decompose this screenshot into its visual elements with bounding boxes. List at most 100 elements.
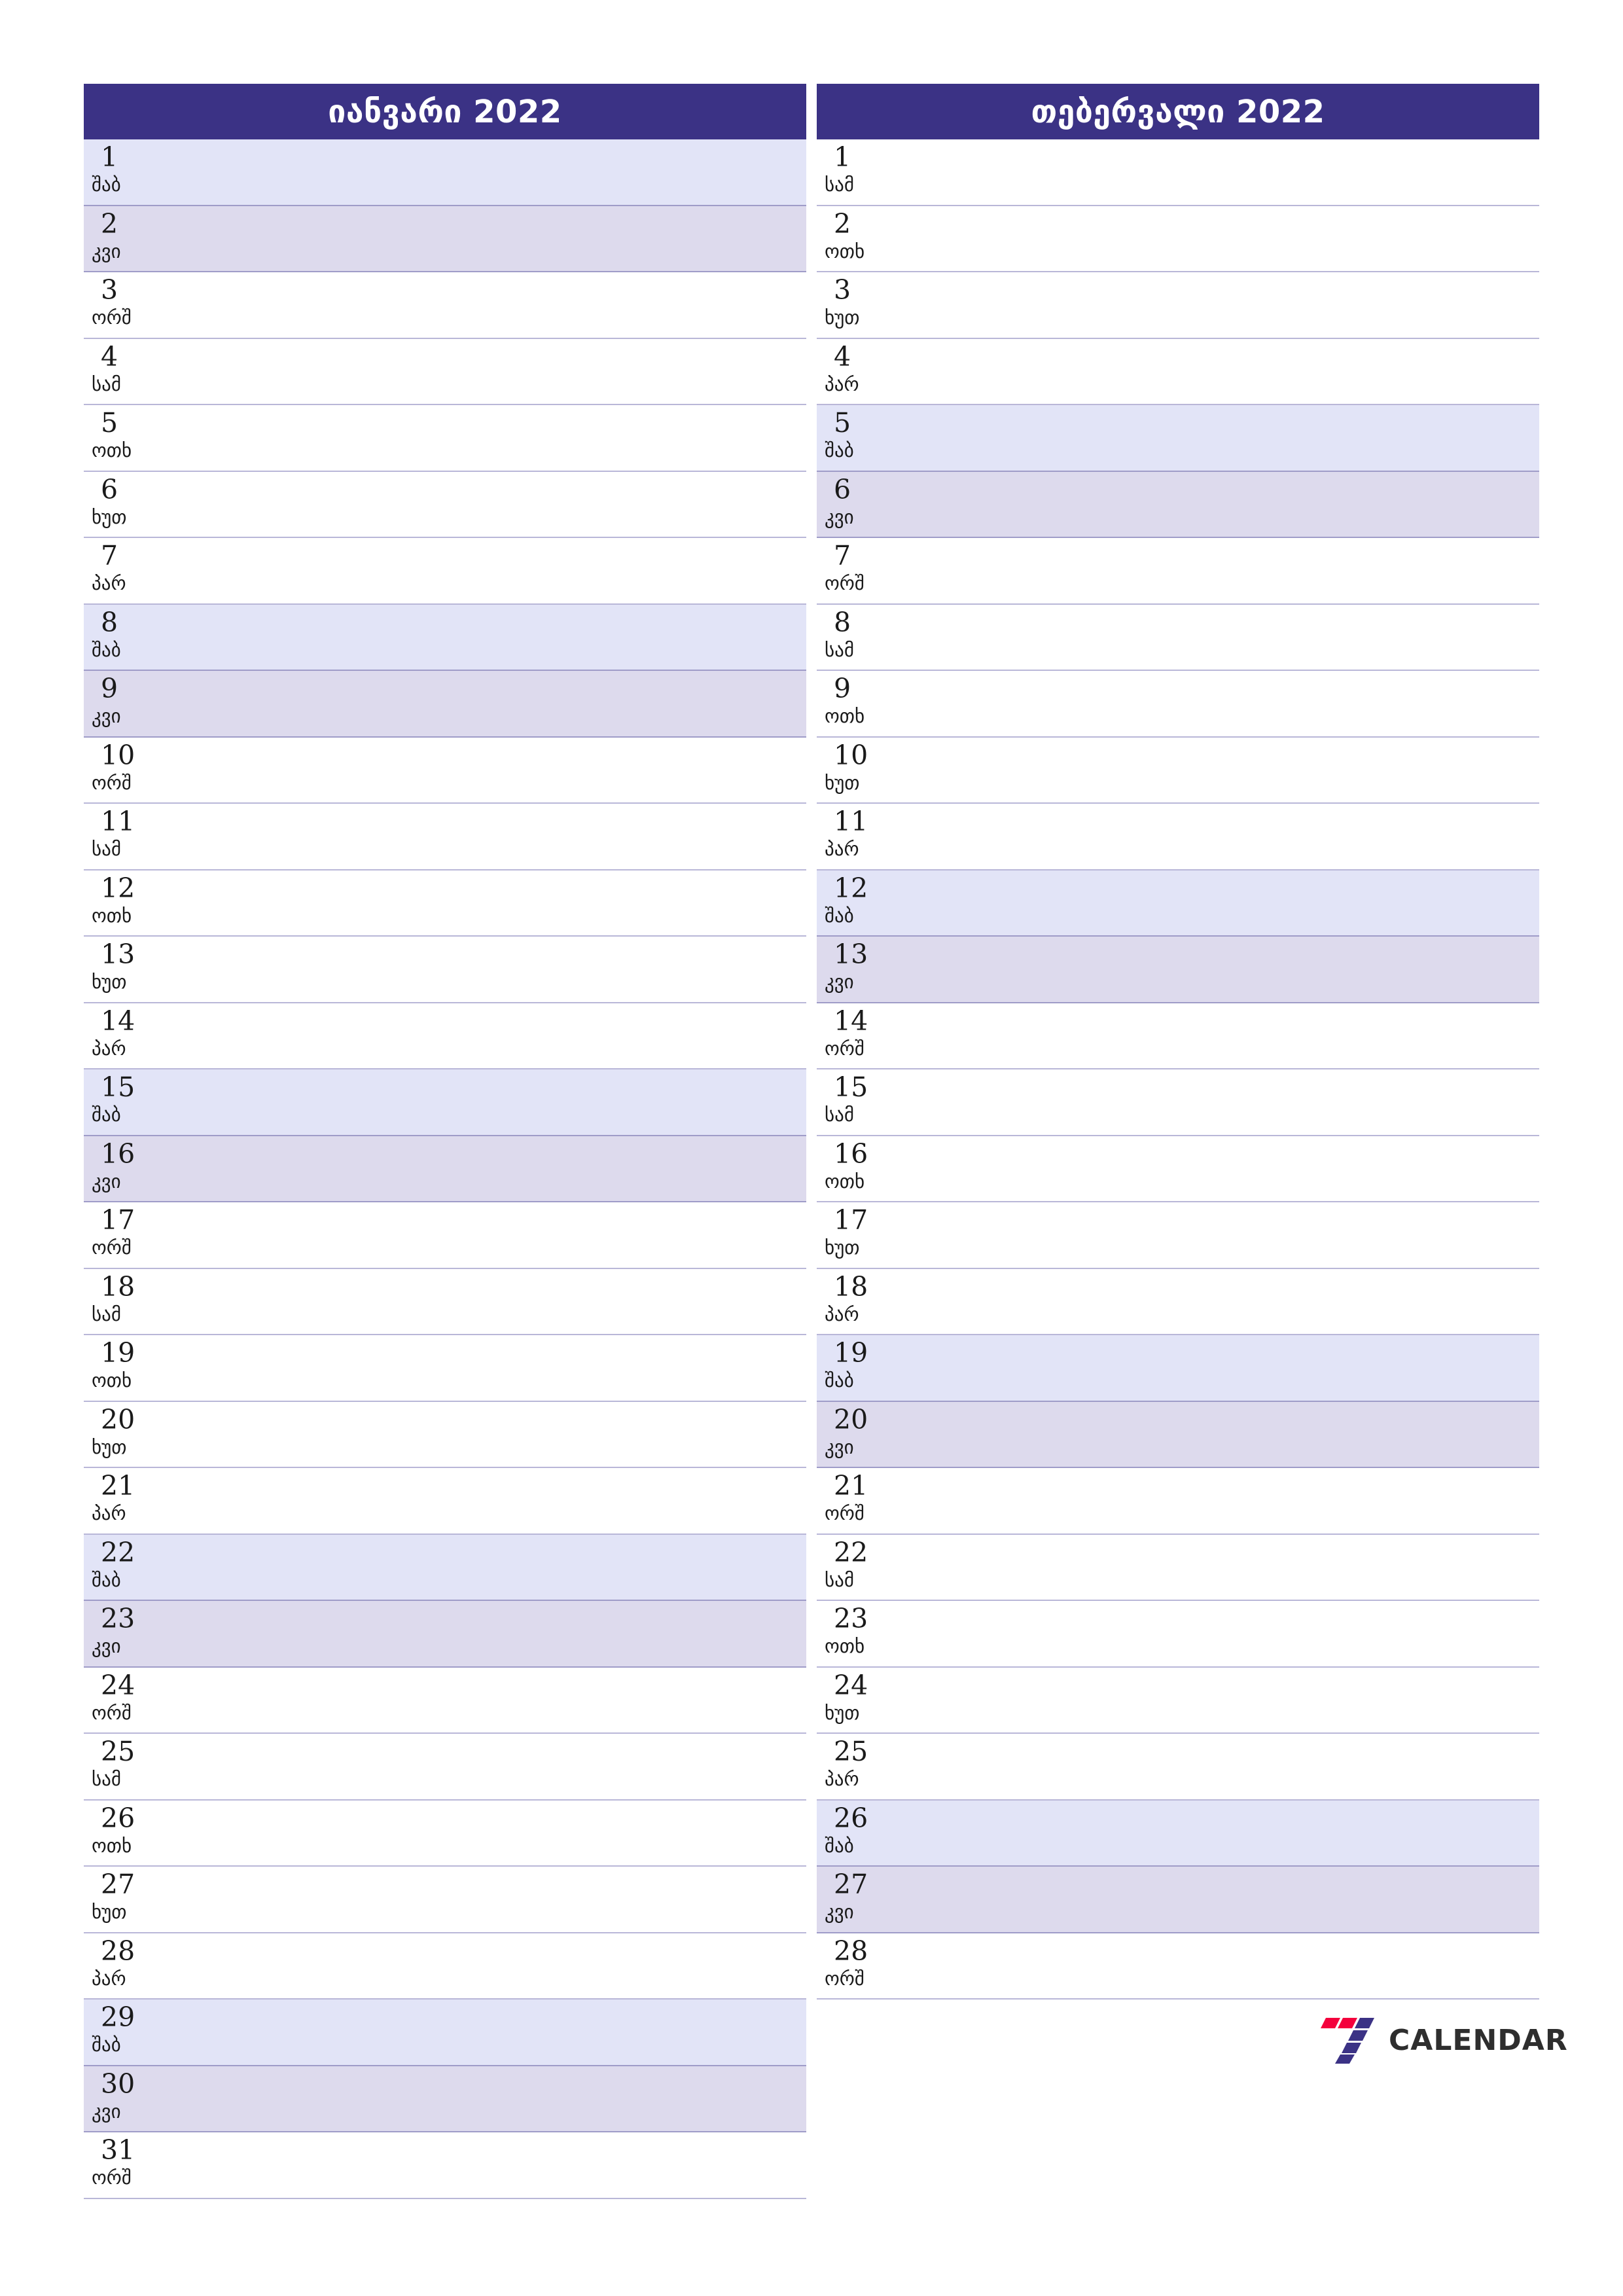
- day-row[interactable]: 20 კვი: [817, 1401, 1539, 1468]
- day-row[interactable]: 2 კვი: [84, 206, 806, 272]
- day-weekday-label: ოთხ: [825, 705, 865, 727]
- day-weekday-label: სამ: [825, 1103, 855, 1126]
- day-number: 7: [101, 540, 118, 571]
- day-weekday-label: ორშ: [825, 1037, 865, 1060]
- day-row[interactable]: 30 კვი: [84, 2066, 806, 2132]
- day-weekday-label: ორშ: [92, 2166, 132, 2189]
- day-row[interactable]: 14 ორშ: [817, 1003, 1539, 1069]
- day-row[interactable]: 12 შაბ: [817, 870, 1539, 937]
- day-number: 9: [834, 673, 851, 704]
- day-row[interactable]: 19 შაბ: [817, 1335, 1539, 1402]
- day-weekday-label: პარ: [92, 1502, 126, 1524]
- day-number: 27: [834, 1869, 868, 1900]
- day-number: 1: [101, 141, 118, 173]
- day-weekday-label: კვი: [825, 1435, 854, 1458]
- day-weekday-label: შაბ: [825, 439, 854, 461]
- day-row[interactable]: 23 ოთხ: [817, 1601, 1539, 1668]
- day-row[interactable]: 4 პარ: [817, 338, 1539, 405]
- day-row[interactable]: 3 ორშ: [84, 272, 806, 339]
- day-row[interactable]: 11 პარ: [817, 804, 1539, 870]
- day-row[interactable]: 24 ორშ: [84, 1667, 806, 1734]
- day-number: 1: [834, 141, 851, 173]
- day-row[interactable]: 24 ხუთ: [817, 1667, 1539, 1734]
- day-row[interactable]: 28 ორშ: [817, 1933, 1539, 2000]
- day-row[interactable]: 27 ხუთ: [84, 1867, 806, 1933]
- day-row[interactable]: 13 კვი: [817, 937, 1539, 1003]
- day-row[interactable]: 1 სამ: [817, 139, 1539, 206]
- day-row[interactable]: 7 ორშ: [817, 538, 1539, 605]
- day-weekday-label: ორშ: [92, 1701, 132, 1724]
- month-header-february: თებერვალი 2022: [817, 84, 1539, 139]
- day-row[interactable]: 29 შაბ: [84, 2000, 806, 2066]
- day-row[interactable]: 14 პარ: [84, 1003, 806, 1069]
- day-row[interactable]: 15 სამ: [817, 1069, 1539, 1136]
- day-row[interactable]: 25 პარ: [817, 1734, 1539, 1801]
- day-number: 18: [834, 1270, 868, 1302]
- day-number: 15: [834, 1071, 868, 1103]
- day-weekday-label: კვი: [92, 705, 121, 727]
- day-weekday-label: ხუთ: [92, 505, 127, 528]
- day-row[interactable]: 17 ორშ: [84, 1202, 806, 1269]
- day-row[interactable]: 16 კვი: [84, 1136, 806, 1202]
- day-row[interactable]: 10 ორშ: [84, 737, 806, 804]
- day-row[interactable]: 8 სამ: [817, 604, 1539, 671]
- day-number: 26: [834, 1802, 868, 1834]
- day-row[interactable]: 23 კვი: [84, 1601, 806, 1668]
- day-list-january: 1 შაბ 2 კვი 3 ორშ 4 სამ 5 ოთხ 6 ხუთ 7 პარ 8 შაბ 9 კვი 10 ორ…: [84, 139, 806, 2199]
- day-row[interactable]: 22 სამ: [817, 1534, 1539, 1601]
- day-row[interactable]: 3 ხუთ: [817, 272, 1539, 339]
- day-row[interactable]: 4 სამ: [84, 338, 806, 405]
- day-row[interactable]: 20 ხუთ: [84, 1401, 806, 1468]
- day-row[interactable]: 9 კვი: [84, 671, 806, 738]
- day-weekday-label: ხუთ: [92, 1901, 127, 1923]
- day-weekday-label: შაბ: [92, 638, 121, 661]
- day-number: 17: [834, 1204, 868, 1236]
- day-row[interactable]: 2 ოთხ: [817, 206, 1539, 272]
- day-number: 16: [101, 1138, 135, 1170]
- day-number: 16: [834, 1138, 868, 1170]
- day-weekday-label: ორშ: [825, 1967, 865, 1990]
- day-row[interactable]: 13 ხუთ: [84, 937, 806, 1003]
- day-row[interactable]: 26 შაბ: [817, 1800, 1539, 1867]
- day-row[interactable]: 11 სამ: [84, 804, 806, 870]
- day-weekday-label: სამ: [92, 838, 122, 860]
- day-row[interactable]: 25 სამ: [84, 1734, 806, 1801]
- day-row[interactable]: 28 პარ: [84, 1933, 806, 2000]
- day-number: 2: [101, 207, 118, 240]
- day-weekday-label: შაბ: [825, 1834, 854, 1857]
- day-row[interactable]: 6 ხუთ: [84, 471, 806, 538]
- day-row[interactable]: 21 პარ: [84, 1468, 806, 1535]
- day-number: 4: [834, 340, 851, 372]
- day-row[interactable]: 19 ოთხ: [84, 1335, 806, 1402]
- day-weekday-label: ორშ: [825, 1502, 865, 1524]
- day-row[interactable]: 9 ოთხ: [817, 671, 1539, 738]
- day-row[interactable]: 21 ორშ: [817, 1468, 1539, 1535]
- day-weekday-label: პარ: [825, 1302, 859, 1325]
- day-row[interactable]: 27 კვი: [817, 1867, 1539, 1933]
- day-row[interactable]: 18 სამ: [84, 1268, 806, 1335]
- day-number: 24: [834, 1669, 868, 1701]
- day-number: 25: [101, 1736, 135, 1767]
- day-weekday-label: ოთხ: [92, 904, 132, 927]
- day-weekday-label: ოთხ: [92, 1834, 132, 1857]
- day-row[interactable]: 16 ოთხ: [817, 1136, 1539, 1202]
- day-row[interactable]: 22 შაბ: [84, 1534, 806, 1601]
- day-row[interactable]: 12 ოთხ: [84, 870, 806, 937]
- day-row[interactable]: 10 ხუთ: [817, 737, 1539, 804]
- day-row[interactable]: 5 ოთხ: [84, 405, 806, 472]
- day-number: 8: [834, 606, 851, 638]
- day-row[interactable]: 31 ორშ: [84, 2132, 806, 2199]
- day-row[interactable]: 8 შაბ: [84, 604, 806, 671]
- day-row[interactable]: 18 პარ: [817, 1268, 1539, 1335]
- day-number: 23: [101, 1603, 135, 1634]
- day-row[interactable]: 1 შაბ: [84, 139, 806, 206]
- day-number: 12: [834, 872, 868, 904]
- day-row[interactable]: 6 კვი: [817, 471, 1539, 538]
- day-row[interactable]: 26 ოთხ: [84, 1800, 806, 1867]
- day-row[interactable]: 15 შაბ: [84, 1069, 806, 1136]
- day-row[interactable]: 7 პარ: [84, 538, 806, 605]
- calendar-page: იანვარი 2022 1 შაბ 2 კვი 3 ორშ 4 სამ 5 ოთხ 6 ხუთ 7 პა…: [0, 0, 1623, 2296]
- day-weekday-label: კვი: [92, 1170, 121, 1193]
- day-row[interactable]: 17 ხუთ: [817, 1202, 1539, 1269]
- day-row[interactable]: 5 შაბ: [817, 405, 1539, 472]
